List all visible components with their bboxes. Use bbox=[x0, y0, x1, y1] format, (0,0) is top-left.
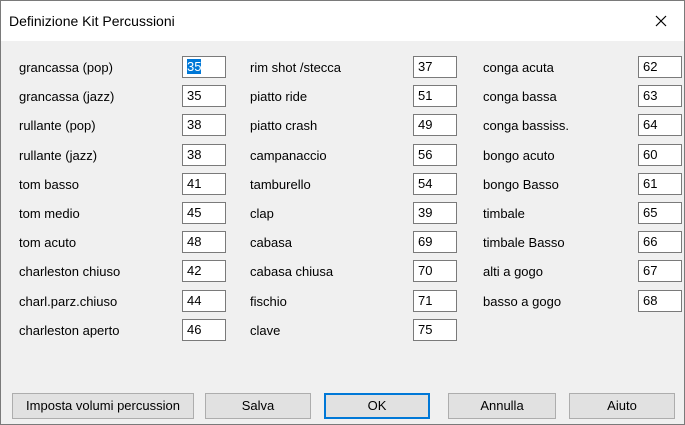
instrument-label: conga bassiss. bbox=[483, 118, 569, 133]
instrument-label: clave bbox=[250, 323, 281, 338]
note-number-field[interactable]: 41 bbox=[182, 173, 226, 195]
dialog-title: Definizione Kit Percussioni bbox=[9, 13, 175, 29]
note-number-value: 48 bbox=[187, 234, 202, 249]
note-number-value: 46 bbox=[187, 322, 202, 337]
instrument-label: rim shot /stecca bbox=[250, 60, 342, 75]
note-number-field[interactable]: 51 bbox=[413, 85, 457, 107]
instrument-label: cabasa bbox=[250, 235, 292, 250]
instrument-label: tom acuto bbox=[19, 235, 77, 250]
instrument-label: charl.parz.chiuso bbox=[19, 294, 118, 309]
note-number-value: 37 bbox=[418, 59, 433, 74]
note-number-field[interactable]: 65 bbox=[638, 202, 682, 224]
note-number-field[interactable]: 42 bbox=[182, 260, 226, 282]
note-number-field[interactable]: 46 bbox=[182, 319, 226, 341]
note-number-value: 67 bbox=[643, 263, 658, 278]
note-number-field[interactable]: 68 bbox=[638, 290, 682, 312]
instrument-label: tom medio bbox=[19, 206, 80, 221]
instrument-label: piatto crash bbox=[250, 118, 318, 133]
note-number-field[interactable]: 64 bbox=[638, 114, 682, 136]
set-volumes-button[interactable]: Imposta volumi percussion bbox=[12, 393, 194, 419]
note-number-value: 49 bbox=[418, 117, 433, 132]
note-number-value: 65 bbox=[643, 205, 658, 220]
instrument-label: charleston aperto bbox=[19, 323, 120, 338]
note-number-value: 64 bbox=[643, 117, 658, 132]
note-number-value: 71 bbox=[418, 293, 433, 308]
title-bar: Definizione Kit Percussioni bbox=[1, 1, 684, 41]
drum-kit-dialog: Definizione Kit Percussioni grancassa (p… bbox=[0, 0, 685, 425]
instrument-label: conga bassa bbox=[483, 89, 557, 104]
note-number-value: 70 bbox=[418, 263, 433, 278]
note-number-field[interactable]: 60 bbox=[638, 144, 682, 166]
note-number-value: 69 bbox=[418, 234, 433, 249]
note-number-field[interactable]: 69 bbox=[413, 231, 457, 253]
note-number-value: 66 bbox=[643, 234, 658, 249]
help-button[interactable]: Aiuto bbox=[569, 393, 675, 419]
note-number-field[interactable]: 75 bbox=[413, 319, 457, 341]
note-number-value: 38 bbox=[187, 117, 202, 132]
note-number-field[interactable]: 39 bbox=[413, 202, 457, 224]
instrument-label: bongo acuto bbox=[483, 148, 555, 163]
note-number-value: 39 bbox=[418, 205, 433, 220]
ok-button[interactable]: OK bbox=[324, 393, 430, 419]
note-number-value: 35 bbox=[187, 88, 202, 103]
instrument-label: grancassa (pop) bbox=[19, 60, 113, 75]
note-number-field[interactable]: 56 bbox=[413, 144, 457, 166]
note-number-field[interactable]: 38 bbox=[182, 114, 226, 136]
note-number-value: 68 bbox=[643, 293, 658, 308]
instrument-label: charleston chiuso bbox=[19, 264, 121, 279]
note-number-field[interactable]: 62 bbox=[638, 56, 682, 78]
note-number-value: 62 bbox=[643, 59, 658, 74]
note-number-value: 38 bbox=[187, 147, 202, 162]
instrument-label: rullante (jazz) bbox=[19, 148, 98, 163]
instrument-label: conga acuta bbox=[483, 60, 554, 75]
close-button[interactable] bbox=[638, 1, 684, 41]
note-number-field[interactable]: 37 bbox=[413, 56, 457, 78]
note-number-value: 56 bbox=[418, 147, 433, 162]
instrument-label: basso a gogo bbox=[483, 294, 562, 309]
note-number-field[interactable]: 35 bbox=[182, 85, 226, 107]
instrument-label: bongo Basso bbox=[483, 177, 559, 192]
note-number-value: 35 bbox=[187, 59, 202, 74]
note-number-field[interactable]: 71 bbox=[413, 290, 457, 312]
instrument-label: alti a gogo bbox=[483, 264, 543, 279]
note-number-field[interactable]: 48 bbox=[182, 231, 226, 253]
instrument-label: timbale Basso bbox=[483, 235, 565, 250]
note-number-value: 41 bbox=[187, 176, 202, 191]
note-number-field[interactable]: 49 bbox=[413, 114, 457, 136]
instrument-label: rullante (pop) bbox=[19, 118, 96, 133]
note-number-value: 60 bbox=[643, 147, 658, 162]
instrument-label: piatto ride bbox=[250, 89, 308, 104]
save-button[interactable]: Salva bbox=[205, 393, 311, 419]
instrument-label: clap bbox=[250, 206, 274, 221]
instrument-label: tamburello bbox=[250, 177, 311, 192]
note-number-field[interactable]: 70 bbox=[413, 260, 457, 282]
note-number-value: 75 bbox=[418, 322, 433, 337]
note-number-field[interactable]: 45 bbox=[182, 202, 226, 224]
instrument-label: tom basso bbox=[19, 177, 79, 192]
note-number-field[interactable]: 35 bbox=[182, 56, 226, 78]
instrument-label: campanaccio bbox=[250, 148, 327, 163]
note-number-value: 61 bbox=[643, 176, 658, 191]
note-number-field[interactable]: 44 bbox=[182, 290, 226, 312]
note-number-value: 44 bbox=[187, 293, 202, 308]
note-number-field[interactable]: 63 bbox=[638, 85, 682, 107]
note-number-field[interactable]: 61 bbox=[638, 173, 682, 195]
note-number-value: 63 bbox=[643, 88, 658, 103]
instrument-label: grancassa (jazz) bbox=[19, 89, 115, 104]
close-icon bbox=[655, 15, 667, 27]
note-number-value: 54 bbox=[418, 176, 433, 191]
instrument-label: fischio bbox=[250, 294, 287, 309]
note-number-field[interactable]: 54 bbox=[413, 173, 457, 195]
instrument-label: cabasa chiusa bbox=[250, 264, 334, 279]
cancel-button[interactable]: Annulla bbox=[448, 393, 556, 419]
note-number-field[interactable]: 67 bbox=[638, 260, 682, 282]
note-number-value: 45 bbox=[187, 205, 202, 220]
instrument-label: timbale bbox=[483, 206, 525, 221]
note-number-value: 51 bbox=[418, 88, 433, 103]
note-number-field[interactable]: 38 bbox=[182, 144, 226, 166]
note-number-value: 42 bbox=[187, 263, 202, 278]
note-number-field[interactable]: 66 bbox=[638, 231, 682, 253]
